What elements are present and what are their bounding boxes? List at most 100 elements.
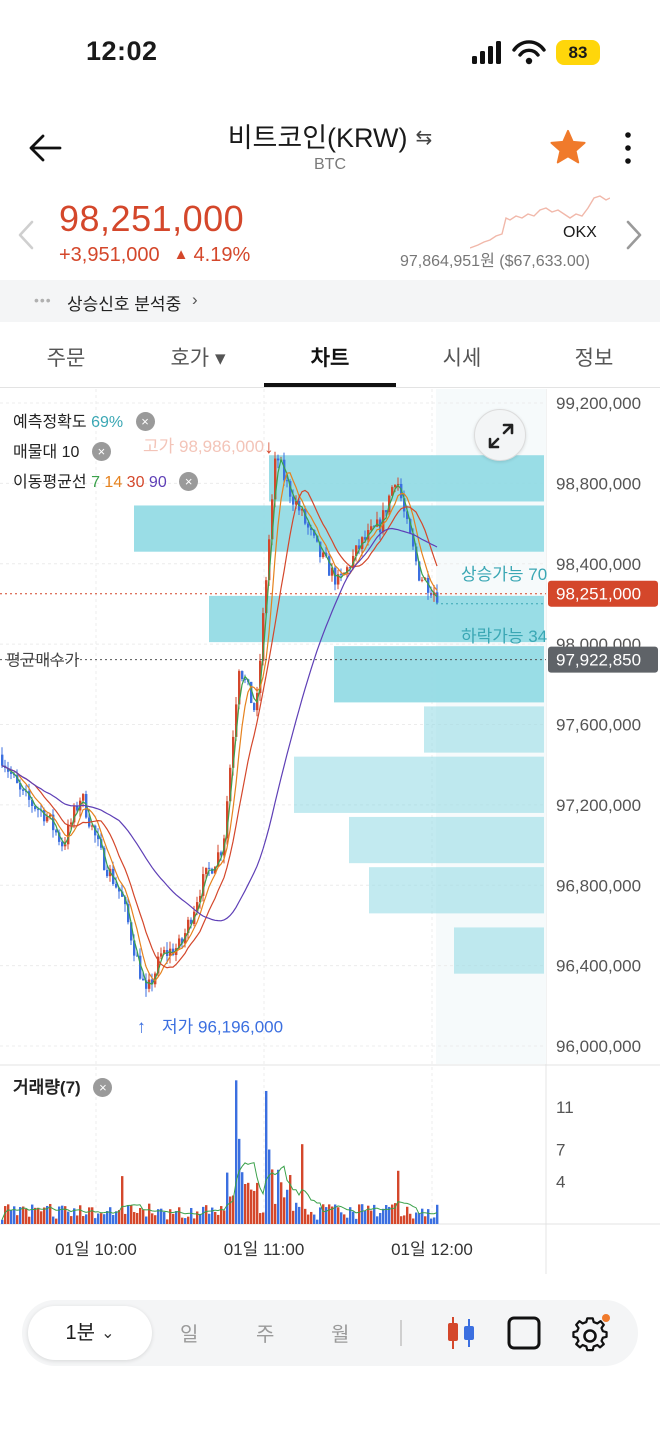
volume-bar — [106, 1211, 109, 1224]
price-chart[interactable]: 99,200,00098,800,00098,400,00098,000,000… — [0, 389, 660, 1274]
volume-bar — [292, 1210, 295, 1224]
volume-bar — [22, 1206, 25, 1224]
candle-body — [253, 703, 256, 711]
up-triangle-icon: ▲ — [173, 246, 189, 263]
exchange-price: 97,864,951원 ($67,633.00) — [400, 253, 590, 270]
close-volume-profile-icon[interactable]: × — [91, 442, 111, 461]
period-day[interactable]: 일 — [180, 1318, 198, 1347]
volume-bar — [298, 1206, 301, 1224]
rise-possible-label: 상승가능 70 — [461, 565, 547, 584]
volume-bar — [142, 1209, 145, 1224]
volume-bar — [277, 1169, 280, 1224]
y-axis-label: 96,400,000 — [556, 957, 641, 976]
period-week[interactable]: 주 — [256, 1318, 274, 1347]
volume-bar — [433, 1217, 436, 1224]
close-volume-icon[interactable]: × — [93, 1078, 113, 1097]
tab-market[interactable]: 시세 — [396, 342, 528, 372]
candle-body — [241, 671, 244, 680]
candle-body — [1, 754, 4, 766]
favorite-star-icon[interactable] — [549, 128, 587, 166]
loading-dots-icon: ••• — [34, 292, 52, 308]
volume-bar — [172, 1213, 175, 1224]
candle-body — [148, 979, 151, 989]
volume-bar — [310, 1211, 313, 1224]
candle-type-icon[interactable] — [444, 1314, 478, 1352]
volume-bar — [34, 1207, 37, 1224]
volume-bar — [67, 1211, 70, 1224]
volume-bar — [265, 1090, 268, 1224]
volume-bar — [181, 1217, 184, 1224]
volume-bar — [241, 1172, 244, 1224]
volume-bar — [37, 1207, 40, 1224]
close-ma-icon[interactable]: × — [179, 472, 199, 491]
volume-bar — [148, 1203, 151, 1224]
candle-body — [22, 789, 25, 791]
volume-bar — [190, 1207, 193, 1224]
more-options-icon[interactable] — [616, 128, 640, 168]
volume-bar — [133, 1212, 136, 1224]
swap-icon[interactable]: ⇆ — [416, 125, 433, 150]
x-axis-label: 01일 10:00 — [55, 1240, 137, 1259]
volume-bar — [223, 1210, 226, 1224]
candle-body — [394, 484, 397, 488]
ma30-value: 30 — [126, 474, 145, 491]
tab-order[interactable]: 주문 — [0, 342, 132, 372]
volume-bar — [28, 1216, 31, 1224]
candle-body — [43, 809, 46, 822]
prev-coin-chevron-icon[interactable] — [14, 218, 38, 252]
volume-bar — [199, 1213, 202, 1224]
battery-indicator: 83 — [556, 40, 600, 65]
volume-bar — [52, 1216, 55, 1224]
volume-profile-bar — [369, 867, 544, 914]
volume-bar — [295, 1202, 298, 1224]
volume-axis-label: 4 — [556, 1172, 565, 1191]
period-month[interactable]: 월 — [331, 1318, 349, 1347]
volume-profile-bar — [349, 816, 544, 864]
ma7-value: 7 — [91, 474, 100, 491]
x-axis-label: 01일 12:00 — [391, 1240, 473, 1259]
x-axis-label: 01일 11:00 — [224, 1240, 305, 1259]
volume-bar — [403, 1215, 406, 1224]
volume-bar — [70, 1216, 73, 1224]
next-coin-chevron-icon[interactable] — [622, 218, 646, 252]
expand-chart-button[interactable] — [474, 409, 526, 461]
volume-bar — [127, 1204, 130, 1224]
volume-bar — [262, 1212, 265, 1224]
volume-bar — [169, 1209, 172, 1224]
expand-icon — [488, 423, 514, 449]
candle-body — [106, 869, 109, 877]
volume-bar — [226, 1172, 229, 1224]
volume-bar — [280, 1182, 283, 1224]
signal-analysis-bar[interactable]: ••• 상승신호 분석중 › — [0, 280, 660, 322]
volume-bar — [79, 1205, 82, 1224]
settings-gear-icon[interactable] — [570, 1312, 612, 1354]
interval-selector[interactable]: 1분 ⌄ — [28, 1306, 152, 1360]
volume-bar — [163, 1212, 166, 1224]
volume-bar — [139, 1207, 142, 1224]
volume-profile-value: 10 — [61, 444, 80, 461]
tab-info[interactable]: 정보 — [528, 342, 660, 372]
volume-profile-bar — [294, 756, 544, 813]
tab-chart[interactable]: 차트 — [264, 342, 396, 372]
volume-bar — [94, 1218, 97, 1224]
volume-bar — [424, 1216, 427, 1224]
volume-bar — [427, 1209, 430, 1224]
volume-bar — [274, 1203, 277, 1224]
tab-orderbook[interactable]: 호가 ▾ — [132, 342, 264, 372]
candle-body — [160, 953, 163, 957]
volume-bar — [421, 1208, 424, 1224]
drawing-tool-icon[interactable] — [506, 1314, 542, 1352]
close-accuracy-icon[interactable]: × — [135, 412, 155, 431]
volume-bar — [355, 1218, 358, 1224]
volume-bar — [196, 1211, 199, 1224]
volume-bar — [301, 1144, 304, 1224]
volume-bar — [82, 1216, 85, 1224]
chevron-right-icon: › — [192, 290, 198, 309]
volume-bar — [325, 1207, 328, 1224]
tab-bar: 주문 호가 ▾ 차트 시세 정보 — [0, 322, 660, 388]
volume-bar — [109, 1207, 112, 1224]
volume-profile-bar — [454, 927, 544, 974]
volume-bar — [364, 1210, 367, 1224]
volume-bar — [100, 1213, 103, 1224]
volume-bar — [358, 1204, 361, 1224]
